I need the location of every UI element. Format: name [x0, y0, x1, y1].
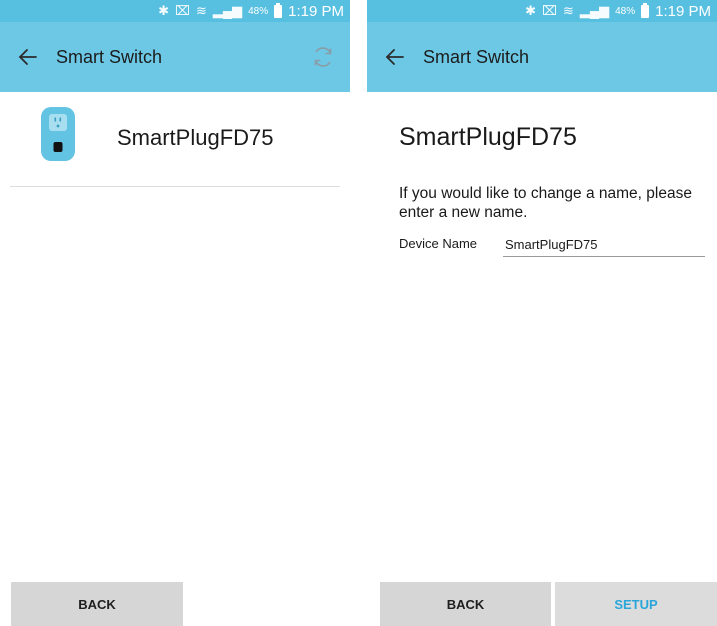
device-list-screen: ✱ ⌧ ≋ ▂▄▆ 48% 1:19 PM Smart Switch Smart…	[0, 0, 350, 626]
battery-percent: 48%	[248, 5, 269, 17]
setup-button[interactable]: SETUP	[555, 582, 717, 626]
signal-icon: ▂▄▆	[212, 3, 243, 18]
device-name-input[interactable]	[503, 233, 705, 257]
clock: 1:19 PM	[655, 2, 711, 20]
clock: 1:19 PM	[288, 2, 344, 20]
toolbar: Smart Switch	[367, 22, 717, 92]
arrow-left-icon	[18, 49, 37, 65]
back-arrow-button[interactable]	[0, 22, 56, 92]
mute-icon: ⌧	[542, 3, 557, 18]
wifi-icon: ≋	[562, 3, 574, 18]
toolbar-title: Smart Switch	[423, 46, 530, 67]
battery-icon	[641, 2, 650, 18]
device-name: SmartPlugFD75	[117, 125, 274, 150]
back-button[interactable]: BACK	[11, 582, 183, 626]
battery-percent: 48%	[615, 5, 636, 17]
device-list-item[interactable]: SmartPlugFD75	[0, 92, 350, 186]
signal-icon: ▂▄▆	[579, 3, 610, 18]
refresh-icon[interactable]	[310, 44, 336, 70]
battery-icon	[274, 2, 283, 18]
back-button[interactable]: BACK	[380, 582, 551, 626]
toolbar: Smart Switch	[0, 22, 350, 92]
divider	[10, 186, 340, 187]
rename-prompt: If you would like to change a name, plea…	[399, 185, 692, 221]
status-bar: ✱ ⌧ ≋ ▂▄▆ 48% 1:19 PM	[0, 0, 350, 22]
status-bar: ✱ ⌧ ≋ ▂▄▆ 48% 1:19 PM	[367, 0, 717, 22]
bluetooth-icon: ✱	[525, 3, 536, 18]
wifi-icon: ≋	[195, 3, 207, 18]
smart-plug-icon	[41, 107, 75, 161]
back-arrow-button[interactable]	[367, 22, 423, 92]
bluetooth-icon: ✱	[158, 3, 169, 18]
device-name-label: Device Name	[399, 236, 478, 251]
mute-icon: ⌧	[175, 3, 190, 18]
rename-device-screen: ✱ ⌧ ≋ ▂▄▆ 48% 1:19 PM Smart Switch Smart…	[367, 0, 717, 626]
toolbar-title: Smart Switch	[56, 46, 163, 67]
device-title: SmartPlugFD75	[399, 123, 577, 151]
arrow-left-icon	[385, 49, 404, 65]
